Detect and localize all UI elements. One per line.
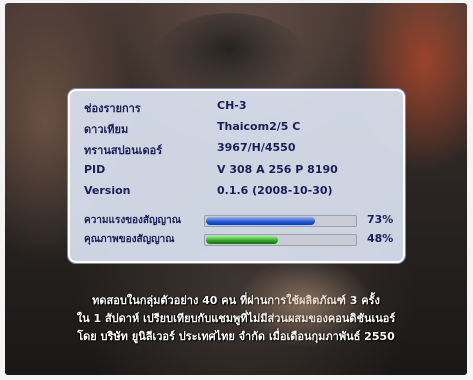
signal-quality-row: คุณภาพของสัญญาณ 48%: [84, 232, 394, 246]
caption-line-1: ทดสอบในกลุ่มตัวอย่าง 40 คน ที่ผ่านการใช้…: [92, 294, 380, 307]
satellite-value: Thaicom2/5 C: [217, 120, 301, 133]
pid-label: PID: [84, 163, 106, 176]
signal-quality-label: คุณภาพของสัญญาณ: [84, 234, 175, 245]
satellite-label: ดาวเทียม: [84, 123, 129, 136]
channel-value: CH-3: [217, 99, 247, 112]
version-value: 0.1.6 (2008-10-30): [217, 184, 333, 197]
tv-video-background: ช่องรายการ CH-3 ดาวเทียม Thaicom2/5 C ทร…: [5, 3, 467, 375]
pid-value: V 308 A 256 P 8190: [217, 163, 338, 176]
caption-line-2: ใน 1 สัปดาห์ เปรียบเทียบกับแชมพูที่ไม่มี…: [76, 312, 396, 325]
channel-info-panel: ช่องรายการ CH-3 ดาวเทียม Thaicom2/5 C ทร…: [68, 89, 405, 263]
signal-quality-fill: [206, 236, 278, 244]
signal-strength-percent: 73%: [367, 213, 394, 226]
signal-quality-percent: 48%: [367, 232, 394, 245]
signal-quality-bar: [204, 234, 357, 246]
transponder-label: ทรานสปอนเดอร์: [84, 144, 163, 157]
screenshot-frame: ช่องรายการ CH-3 ดาวเทียม Thaicom2/5 C ทร…: [0, 0, 473, 380]
signal-strength-fill: [206, 217, 315, 225]
channel-label: ช่องรายการ: [84, 102, 141, 115]
signal-strength-bar: [204, 215, 357, 227]
transponder-value: 3967/H/4550: [217, 141, 296, 154]
disclaimer-caption: ทดสอบในกลุ่มตัวอย่าง 40 คน ที่ผ่านการใช้…: [5, 292, 467, 346]
signal-strength-row: ความแรงของสัญญาณ 73%: [84, 213, 394, 227]
signal-strength-label: ความแรงของสัญญาณ: [84, 215, 181, 226]
version-label: Version: [84, 184, 131, 197]
caption-line-3: โดย บริษัท ยูนิลีเวอร์ ประเทศไทย จำกัด เ…: [77, 330, 395, 343]
